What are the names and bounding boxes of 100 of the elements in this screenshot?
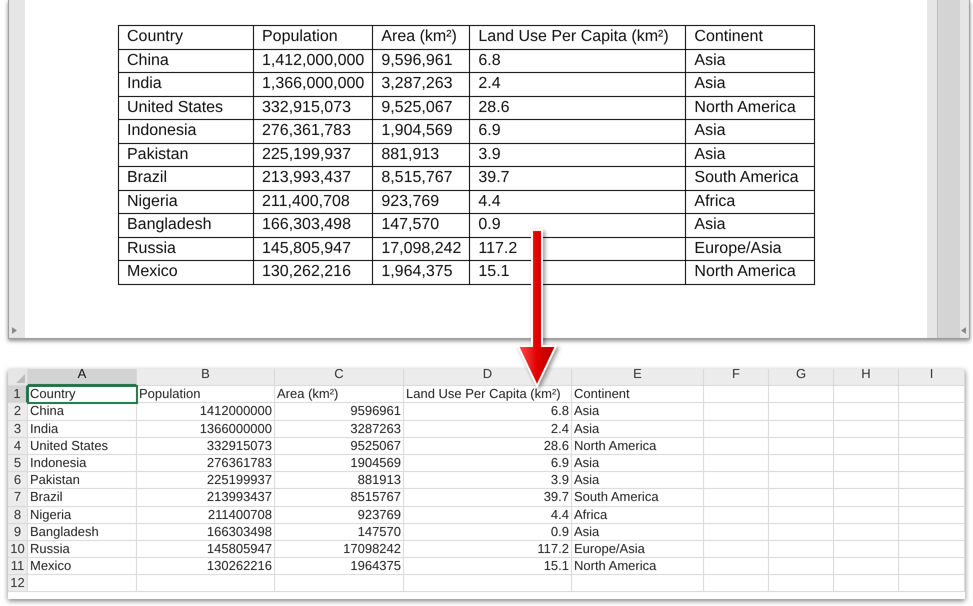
table-cell[interactable]: Area (km²)	[275, 386, 404, 404]
table-cell[interactable]: 4.4	[404, 506, 572, 524]
empty-cell[interactable]	[275, 575, 404, 592]
table-cell[interactable]: 211400708	[137, 506, 275, 524]
table-cell[interactable]: 166303498	[137, 524, 275, 541]
table-cell[interactable]: India	[28, 420, 137, 438]
empty-cell[interactable]	[704, 489, 769, 506]
empty-cell[interactable]	[899, 386, 965, 404]
select-all-corner[interactable]	[8, 369, 28, 386]
table-cell[interactable]: Land Use Per Capita (km²)	[404, 386, 572, 404]
table-cell[interactable]: Nigeria	[28, 506, 137, 524]
table-cell[interactable]: 117.2	[404, 540, 572, 558]
empty-cell[interactable]	[769, 386, 834, 404]
empty-cell[interactable]	[899, 472, 965, 490]
empty-cell[interactable]	[704, 524, 769, 541]
scroll-bar[interactable]	[937, 0, 960, 338]
empty-cell[interactable]	[899, 524, 965, 541]
table-cell[interactable]: 1964375	[275, 558, 404, 576]
empty-cell[interactable]	[769, 420, 834, 438]
empty-cell[interactable]	[704, 575, 769, 592]
empty-cell[interactable]	[572, 575, 704, 592]
row-header[interactable]: 10	[8, 540, 28, 558]
table-cell[interactable]: Pakistan	[28, 472, 137, 490]
empty-cell[interactable]	[899, 420, 965, 438]
empty-cell[interactable]	[899, 558, 965, 576]
table-cell[interactable]: 1366000000	[137, 420, 275, 438]
table-cell[interactable]: 15.1	[404, 558, 572, 576]
table-cell[interactable]: United States	[28, 438, 137, 455]
row-header[interactable]: 7	[8, 489, 28, 506]
empty-cell[interactable]	[704, 420, 769, 438]
empty-cell[interactable]	[899, 506, 965, 524]
table-cell[interactable]: 881913	[275, 472, 404, 490]
empty-cell[interactable]	[834, 454, 899, 472]
empty-cell[interactable]	[834, 472, 899, 490]
empty-cell[interactable]	[137, 575, 275, 592]
empty-cell[interactable]	[704, 403, 769, 421]
empty-cell[interactable]	[769, 524, 834, 541]
row-header[interactable]: 8	[8, 506, 28, 524]
table-cell[interactable]: 39.7	[404, 489, 572, 506]
table-cell[interactable]: 3.9	[404, 472, 572, 490]
table-cell[interactable]: 8515767	[275, 489, 404, 506]
empty-cell[interactable]	[769, 454, 834, 472]
empty-cell[interactable]	[704, 506, 769, 524]
empty-cell[interactable]	[769, 403, 834, 421]
empty-cell[interactable]	[769, 489, 834, 506]
empty-cell[interactable]	[769, 506, 834, 524]
table-cell[interactable]: 9525067	[275, 438, 404, 455]
row-header[interactable]: 3	[8, 420, 28, 438]
selected-cell[interactable]: Country	[28, 386, 137, 404]
table-cell[interactable]: Population	[137, 386, 275, 404]
table-cell[interactable]: 332915073	[137, 438, 275, 455]
empty-cell[interactable]	[899, 575, 965, 592]
table-cell[interactable]: 6.9	[404, 454, 572, 472]
table-cell[interactable]: 2.4	[404, 420, 572, 438]
empty-cell[interactable]	[704, 438, 769, 455]
table-cell[interactable]: North America	[572, 558, 704, 576]
table-cell[interactable]: Continent	[572, 386, 704, 404]
empty-cell[interactable]	[769, 438, 834, 455]
empty-cell[interactable]	[834, 420, 899, 438]
column-header[interactable]: D	[404, 369, 572, 386]
empty-cell[interactable]	[899, 403, 965, 421]
empty-cell[interactable]	[704, 454, 769, 472]
table-cell[interactable]: Russia	[28, 540, 137, 558]
table-cell[interactable]: Africa	[572, 506, 704, 524]
empty-cell[interactable]	[769, 575, 834, 592]
table-cell[interactable]: North America	[572, 438, 704, 455]
empty-cell[interactable]	[899, 454, 965, 472]
empty-cell[interactable]	[704, 558, 769, 576]
table-cell[interactable]: 9596961	[275, 403, 404, 421]
row-header[interactable]: 9	[8, 524, 28, 541]
column-header[interactable]: E	[572, 369, 704, 386]
table-cell[interactable]: Brazil	[28, 489, 137, 506]
empty-cell[interactable]	[769, 558, 834, 576]
empty-cell[interactable]	[899, 540, 965, 558]
column-header[interactable]: B	[137, 369, 275, 386]
row-header[interactable]: 12	[8, 575, 28, 592]
table-cell[interactable]: Asia	[572, 403, 704, 421]
table-cell[interactable]: 147570	[275, 524, 404, 541]
table-cell[interactable]: 28.6	[404, 438, 572, 455]
row-header[interactable]: 4	[8, 438, 28, 455]
empty-cell[interactable]	[834, 575, 899, 592]
table-cell[interactable]: Europe/Asia	[572, 540, 704, 558]
table-cell[interactable]: Asia	[572, 472, 704, 490]
table-cell[interactable]: Indonesia	[28, 454, 137, 472]
table-cell[interactable]: 0.9	[404, 524, 572, 541]
empty-cell[interactable]	[834, 403, 899, 421]
table-cell[interactable]: 276361783	[137, 454, 275, 472]
row-header[interactable]: 11	[8, 558, 28, 576]
table-cell[interactable]: 213993437	[137, 489, 275, 506]
empty-cell[interactable]	[704, 386, 769, 404]
empty-cell[interactable]	[899, 489, 965, 506]
empty-cell[interactable]	[834, 489, 899, 506]
empty-cell[interactable]	[834, 386, 899, 404]
empty-cell[interactable]	[704, 472, 769, 490]
empty-cell[interactable]	[769, 540, 834, 558]
empty-cell[interactable]	[404, 575, 572, 592]
table-cell[interactable]: 1412000000	[137, 403, 275, 421]
table-cell[interactable]: Asia	[572, 454, 704, 472]
row-header[interactable]: 2	[8, 403, 28, 421]
row-header[interactable]: 5	[8, 454, 28, 472]
